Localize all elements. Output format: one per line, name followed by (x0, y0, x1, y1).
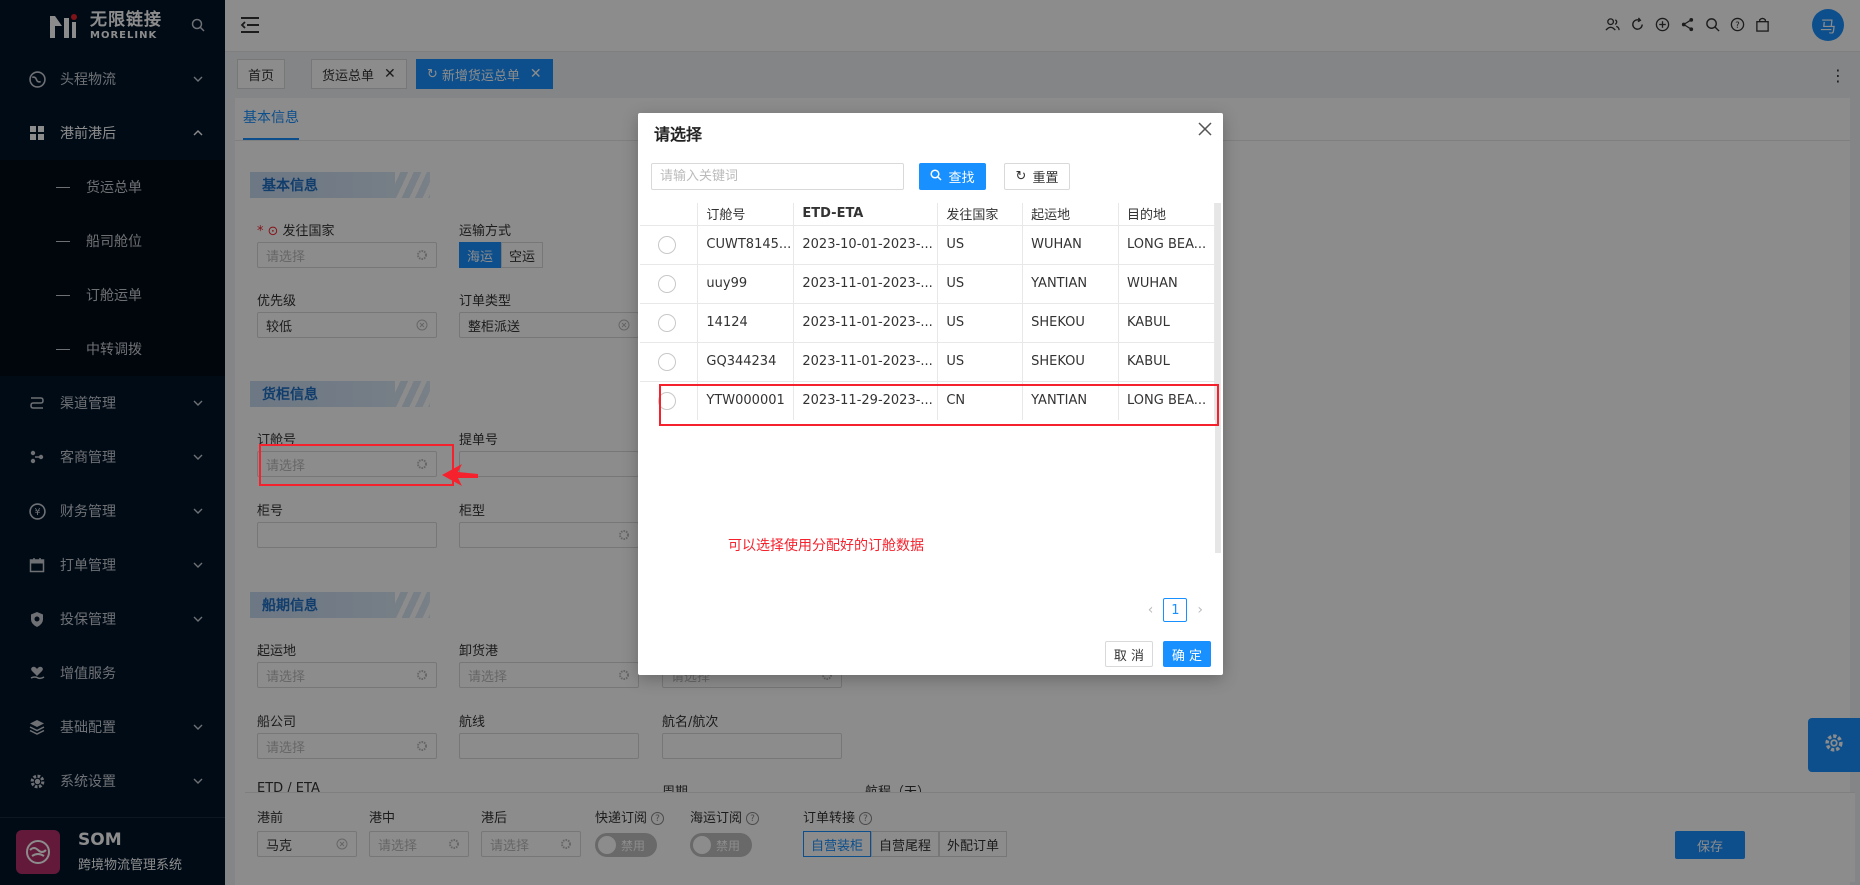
table-scrollbar[interactable] (1215, 203, 1221, 553)
table-cell: 2023-11-01-2023-... (793, 263, 939, 303)
table-row[interactable]: 14124 2023-11-01-2023-... US SHEKOU KABU… (640, 302, 1215, 342)
table-cell: 2023-11-01-2023-... (793, 302, 939, 342)
table-header-row: 订舱号 ETD-ETA 发往国家 起运地 目的地 (640, 203, 1215, 225)
column-header: ETD-ETA (793, 203, 939, 225)
column-header: 目的地 (1118, 203, 1215, 225)
table-cell: SHEKOU (1022, 341, 1119, 381)
table-cell: 2023-10-01-2023-... (793, 224, 939, 264)
table-cell: KABUL (1118, 341, 1215, 381)
row-radio[interactable] (658, 235, 676, 254)
table-header-select (640, 203, 699, 225)
pagination: ‹ 1 › (1148, 598, 1203, 622)
table-cell: uuy99 (697, 263, 795, 303)
annotation-highlight-row (659, 384, 1219, 426)
table-cell: LONG BEA... (1118, 224, 1215, 264)
prev-page-icon[interactable]: ‹ (1148, 602, 1154, 618)
column-header: 起运地 (1022, 203, 1119, 225)
table-cell: US (937, 263, 1024, 303)
table-cell: US (937, 341, 1024, 381)
table-cell: US (937, 224, 1024, 264)
confirm-button[interactable]: 确 定 (1163, 641, 1211, 667)
page-current[interactable]: 1 (1163, 598, 1188, 622)
table-cell: CUWT8145... (697, 224, 795, 264)
table-cell: WUHAN (1022, 224, 1119, 264)
row-radio[interactable] (658, 274, 676, 293)
table-cell: 14124 (697, 302, 795, 342)
search-icon (930, 168, 943, 185)
table-row[interactable]: CUWT8145... 2023-10-01-2023-... US WUHAN… (640, 224, 1215, 264)
table-cell: US (937, 302, 1024, 342)
refresh-icon: ↻ (1015, 169, 1027, 184)
table-cell: WUHAN (1118, 263, 1215, 303)
keyword-search-input[interactable] (651, 163, 904, 190)
row-radio[interactable] (658, 352, 676, 371)
table-cell: YANTIAN (1022, 263, 1119, 303)
find-label: 查找 (948, 171, 975, 186)
annotation-arrow-icon (440, 460, 480, 490)
table-cell: SHEKOU (1022, 302, 1119, 342)
annotation-highlight-booking (259, 444, 454, 486)
row-radio[interactable] (658, 313, 676, 332)
reset-label: 重置 (1032, 171, 1059, 186)
column-header: 发往国家 (937, 203, 1024, 225)
table-row[interactable]: uuy99 2023-11-01-2023-... US YANTIAN WUH… (640, 263, 1215, 303)
next-page-icon[interactable]: › (1197, 602, 1203, 618)
close-icon[interactable] (1197, 121, 1213, 137)
table-row[interactable]: GQ344234 2023-11-01-2023-... US SHEKOU K… (640, 341, 1215, 381)
dialog-title: 请选择 (654, 125, 703, 144)
annotation-hint: 可以选择使用分配好的订舱数据 (728, 538, 924, 554)
cancel-button[interactable]: 取 消 (1105, 641, 1153, 667)
select-dialog: 请选择 查找 ↻ 重置 订舱号 ETD-ETA 发往国家 起运地 目的地 CUW… (638, 113, 1223, 675)
find-button[interactable]: 查找 (919, 163, 986, 190)
reset-button[interactable]: ↻ 重置 (1004, 163, 1070, 190)
table-cell: GQ344234 (697, 341, 795, 381)
table-cell: 2023-11-01-2023-... (793, 341, 939, 381)
column-header: 订舱号 (697, 203, 795, 225)
table-cell: KABUL (1118, 302, 1215, 342)
